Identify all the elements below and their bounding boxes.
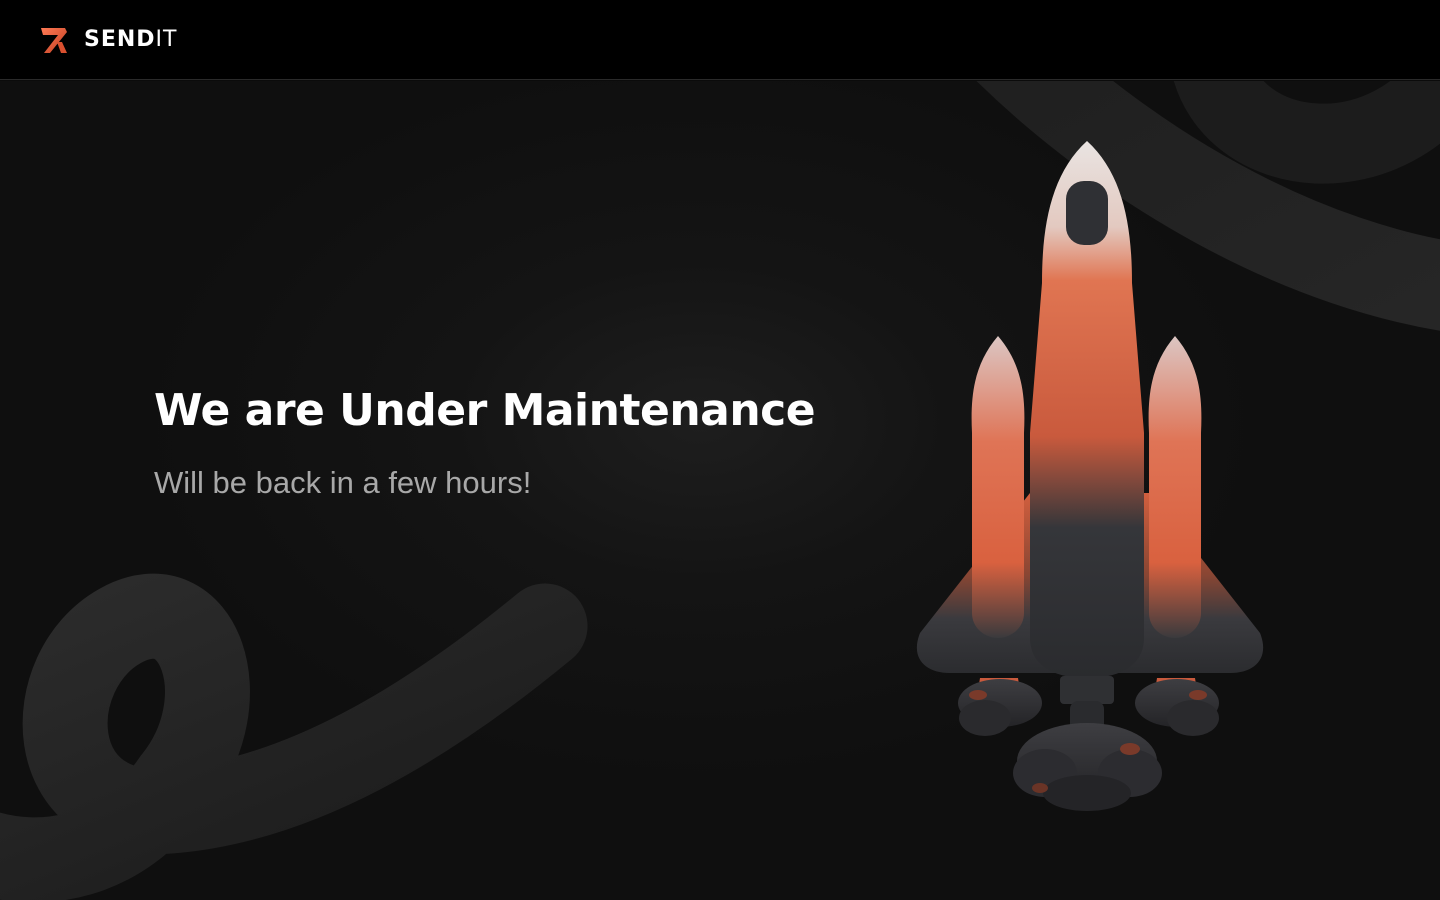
top-bar: SENDIT — [0, 0, 1440, 80]
rocket-icon — [916, 141, 1264, 811]
brand-wordmark-bold: SEND — [84, 27, 156, 52]
sendit-logo-icon — [41, 28, 67, 53]
page-subtitle: Will be back in a few hours! — [154, 465, 532, 500]
brand-logo[interactable]: SENDIT — [38, 24, 177, 56]
maintenance-hero: We are Under Maintenance Will be back in… — [0, 81, 1440, 900]
brand-wordmark: SENDIT — [84, 24, 177, 56]
page-title: We are Under Maintenance — [154, 385, 816, 436]
brand-wordmark-light: IT — [155, 27, 178, 52]
